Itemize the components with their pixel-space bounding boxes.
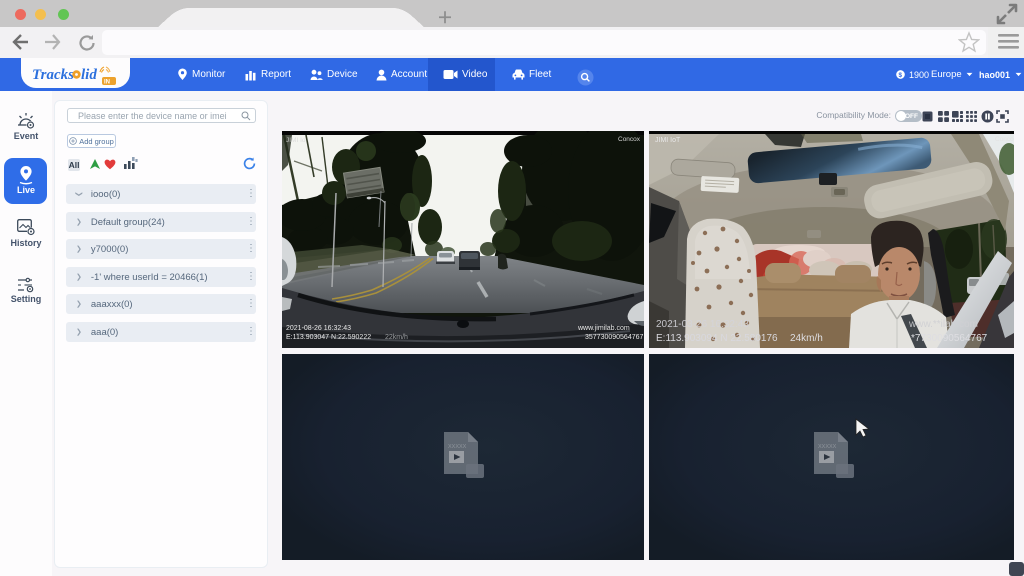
svg-text:2021-08-26 16:32:43: 2021-08-26 16:32:43: [286, 325, 351, 332]
svg-text:XXXXX: XXXXX: [818, 444, 837, 450]
svg-text:357730090564767: 357730090564767: [585, 334, 644, 341]
svg-text:Concox: Concox: [618, 136, 641, 143]
svg-text:www.**ilab.com: www.**ilab.com: [908, 319, 978, 330]
svg-text:IN: IN: [104, 80, 110, 86]
svg-text:JIMI Io: JIMI Io: [286, 137, 306, 144]
svg-text:E:113.903047 N:22.590222: E:113.903047 N:22.590222: [286, 334, 371, 341]
svg-text:JIMI IoT: JIMI IoT: [655, 137, 681, 144]
svg-text:24km/h: 24km/h: [790, 333, 823, 344]
svg-text:$: $: [899, 72, 903, 79]
svg-text:lid: lid: [81, 67, 97, 83]
svg-text:XXXXX: XXXXX: [448, 444, 467, 450]
svg-text:Tracks: Tracks: [32, 67, 74, 83]
svg-text:22km/h: 22km/h: [385, 334, 408, 341]
svg-text:E:113.903094 N 22.580176: E:113.903094 N 22.580176: [656, 333, 778, 344]
svg-text:*7730090564767: *7730090564767: [911, 333, 988, 344]
svg-text:2021-03-26 16:32:43: 2021-03-26 16:32:43: [656, 319, 749, 330]
svg-text:www.jimilab.com: www.jimilab.com: [577, 325, 630, 332]
svg-text:Conco: Conco: [995, 136, 1014, 143]
